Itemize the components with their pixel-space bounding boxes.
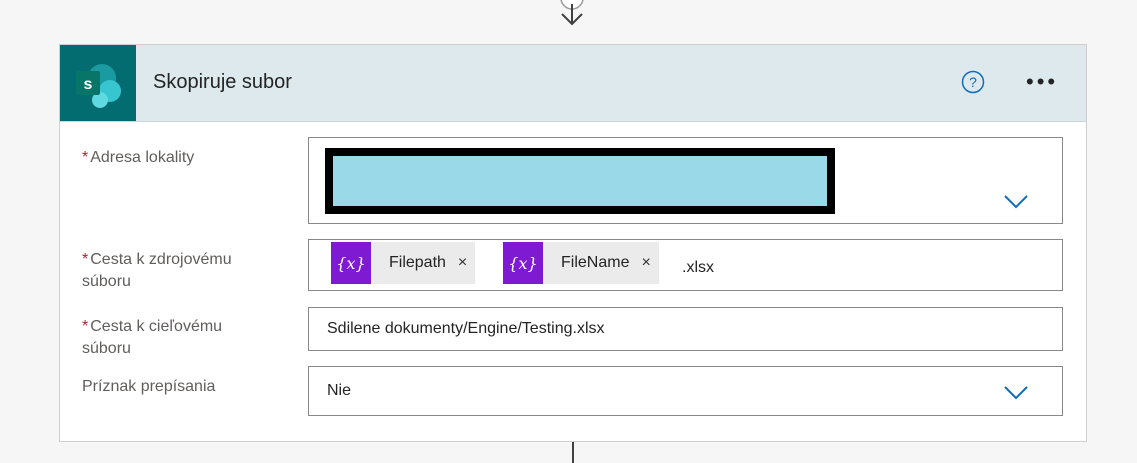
action-card[interactable]: s Skopiruje subor ? ••• * Adresa lokality… <box>59 44 1087 442</box>
chevron-down-icon[interactable] <box>1004 386 1028 400</box>
remove-token-icon[interactable]: × <box>446 254 475 272</box>
source-path-label: * Cesta k zdrojovému súboru <box>82 251 232 290</box>
expression-icon: {x} <box>503 242 543 284</box>
flow-arrow-in-icon <box>560 0 584 26</box>
destination-path-label: * Cesta k cieľovému súboru <box>82 318 223 357</box>
filepath-token[interactable]: {x} Filepath × <box>331 242 476 284</box>
site-address-label: * Adresa lokality <box>82 149 195 166</box>
app-icon-letter: s <box>84 76 93 93</box>
remove-token-icon[interactable]: × <box>629 254 658 272</box>
source-path-suffix: .xlsx <box>682 259 714 276</box>
site-address-dropdown[interactable] <box>308 137 1063 224</box>
chevron-down-icon[interactable] <box>1004 195 1028 209</box>
required-mark: * <box>82 149 89 166</box>
token-label: Filepath <box>389 254 446 271</box>
redacted-value <box>325 148 835 214</box>
filename-token[interactable]: {x} FileName × <box>503 242 659 284</box>
flow-connector-line <box>572 442 574 463</box>
sharepoint-icon: s <box>60 45 136 121</box>
svg-text:?: ? <box>969 74 977 90</box>
destination-path-value: Sdilene dokumenty/Engine/Testing.xlsx <box>327 320 605 337</box>
token-label: FileName <box>561 254 630 271</box>
source-path-field[interactable]: {x} Filepath × {x} FileName × .xlsx <box>308 239 1063 291</box>
more-options-button[interactable]: ••• <box>1026 69 1058 95</box>
overwrite-flag-value: Nie <box>327 382 352 399</box>
overwrite-flag-dropdown[interactable]: Nie <box>308 366 1063 416</box>
action-title[interactable]: Skopiruje subor <box>153 71 292 94</box>
destination-path-input[interactable]: Sdilene dokumenty/Engine/Testing.xlsx <box>308 307 1063 351</box>
overwrite-flag-label: Príznak prepísania <box>82 378 216 395</box>
question-circle-icon[interactable]: ? <box>961 70 985 94</box>
action-header[interactable]: s Skopiruje subor ? ••• <box>60 45 1086 122</box>
expression-icon: {x} <box>331 242 371 284</box>
